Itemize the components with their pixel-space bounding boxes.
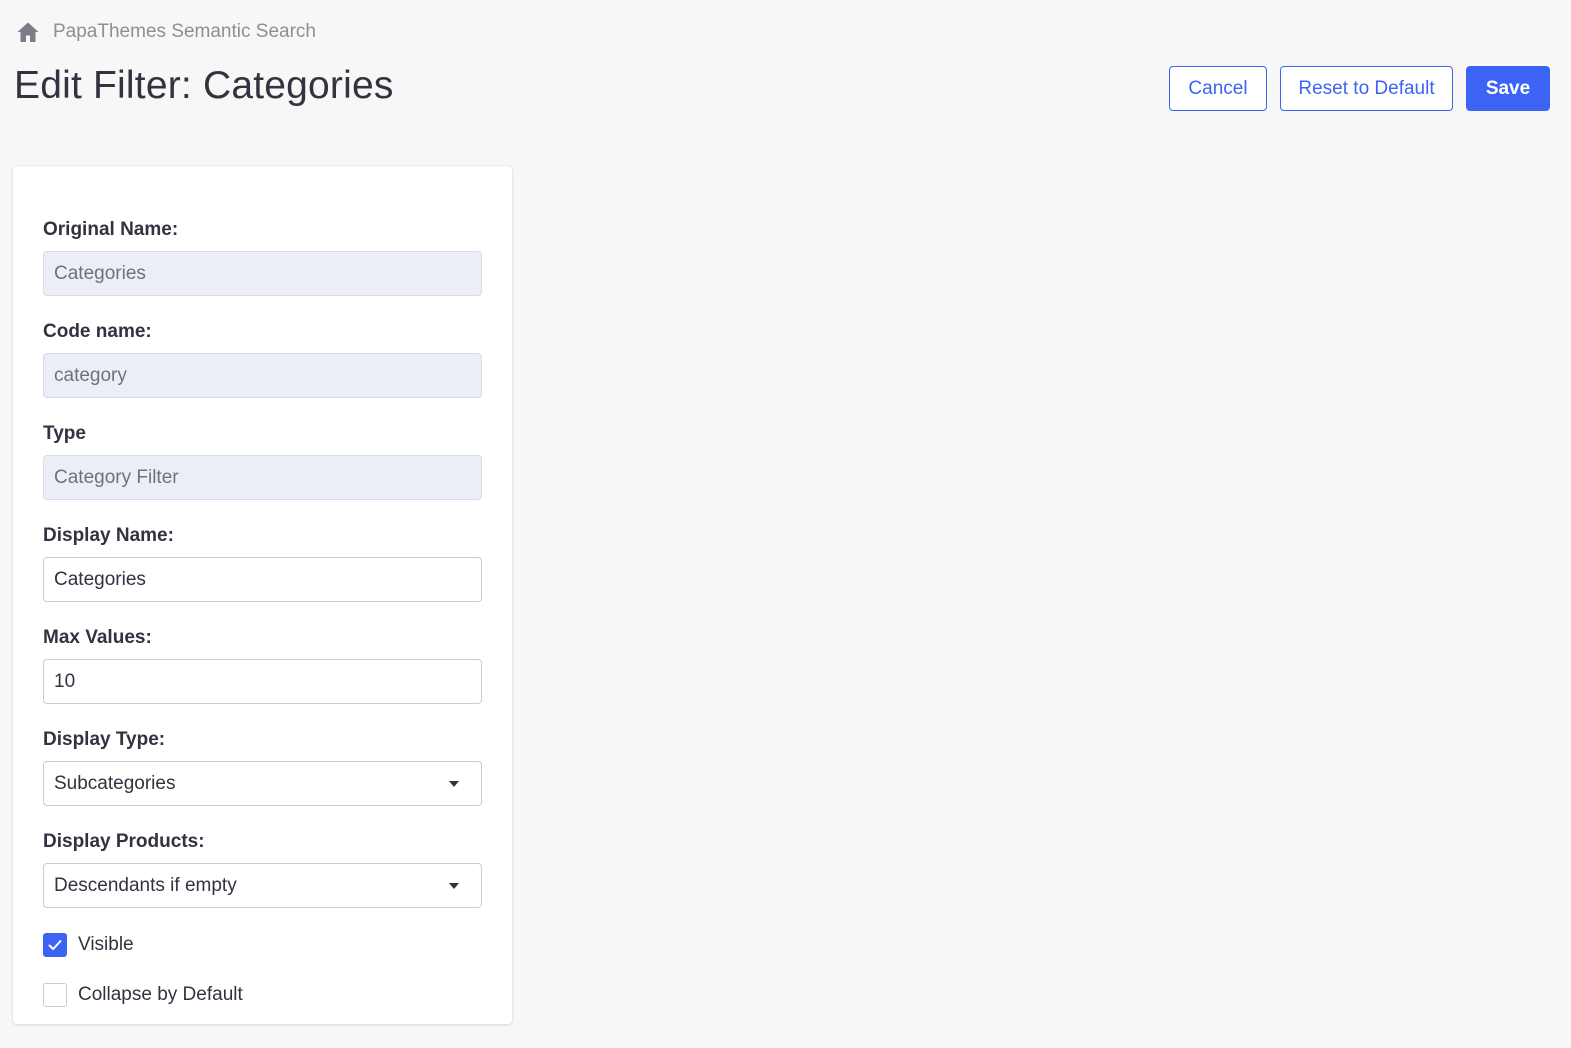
code-name-label: Code name: — [43, 321, 152, 342]
filter-form-card: Original Name: Categories Code name: cat… — [13, 166, 512, 1024]
code-name-field: Code name: category — [43, 318, 482, 398]
cancel-button[interactable]: Cancel — [1169, 66, 1267, 111]
code-name-value: category — [54, 364, 127, 386]
display-type-select[interactable]: Subcategories — [43, 761, 482, 806]
display-name-value: Categories — [54, 568, 146, 590]
display-name-input[interactable]: Categories — [43, 557, 482, 602]
display-name-label: Display Name: — [43, 525, 174, 546]
display-products-field: Display Products: Descendants if empty — [43, 828, 482, 908]
type-input: Category Filter — [43, 455, 482, 500]
collapse-by-default-checkbox[interactable] — [43, 983, 67, 1007]
caret-down-icon — [449, 882, 459, 889]
home-icon[interactable] — [16, 20, 40, 44]
max-values-field: Max Values: 10 — [43, 624, 482, 704]
display-products-value: Descendants if empty — [54, 874, 237, 896]
header-actions: Cancel Reset to Default Save — [1169, 66, 1550, 111]
type-field: Type Category Filter — [43, 420, 482, 500]
original-name-input: Categories — [43, 251, 482, 296]
visible-label: Visible — [78, 934, 134, 955]
visible-checkbox[interactable] — [43, 933, 67, 957]
save-button[interactable]: Save — [1466, 66, 1550, 111]
code-name-input: category — [43, 353, 482, 398]
original-name-label: Original Name: — [43, 219, 179, 240]
max-values-label: Max Values: — [43, 627, 152, 648]
type-value: Category Filter — [54, 466, 179, 488]
max-values-input[interactable]: 10 — [43, 659, 482, 704]
type-label: Type — [43, 423, 86, 444]
display-type-value: Subcategories — [54, 772, 176, 794]
collapse-by-default-checkbox-row[interactable]: Collapse by Default — [43, 982, 482, 1008]
collapse-by-default-label: Collapse by Default — [78, 984, 243, 1005]
visible-checkbox-row[interactable]: Visible — [43, 932, 482, 958]
breadcrumb: PapaThemes Semantic Search — [16, 18, 316, 46]
check-icon — [48, 940, 62, 950]
display-type-field: Display Type: Subcategories — [43, 726, 482, 806]
breadcrumb-label[interactable]: PapaThemes Semantic Search — [53, 21, 316, 43]
display-products-select[interactable]: Descendants if empty — [43, 863, 482, 908]
max-values-value: 10 — [54, 670, 76, 692]
display-type-label: Display Type: — [43, 729, 166, 750]
page-title: Edit Filter: Categories — [14, 64, 394, 107]
original-name-value: Categories — [54, 262, 146, 284]
caret-down-icon — [449, 780, 459, 787]
reset-to-default-button[interactable]: Reset to Default — [1280, 66, 1453, 111]
display-products-label: Display Products: — [43, 831, 205, 852]
original-name-field: Original Name: Categories — [43, 216, 482, 296]
display-name-field: Display Name: Categories — [43, 522, 482, 602]
